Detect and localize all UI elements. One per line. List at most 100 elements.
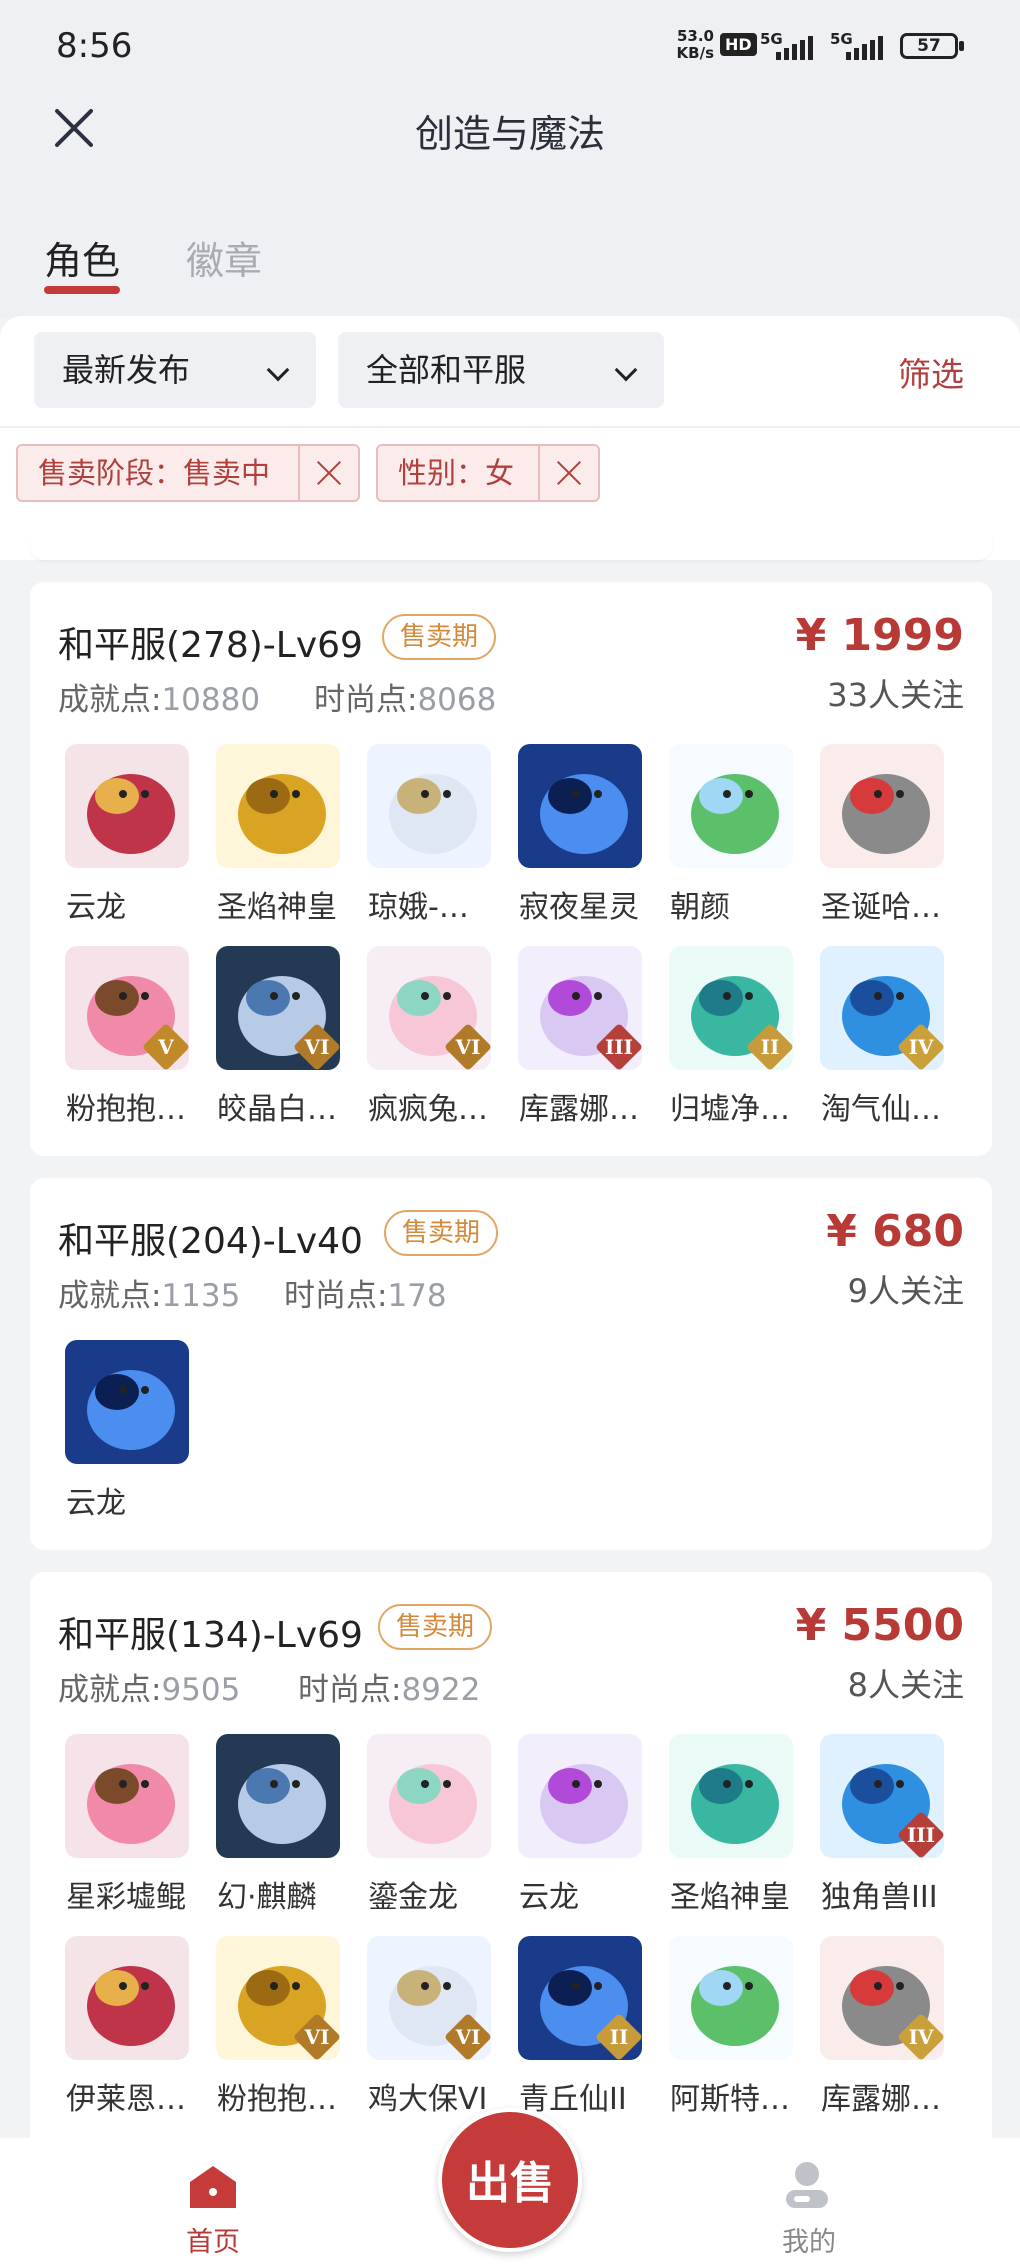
item-thumbnail: IV [820,946,944,1070]
listing-card[interactable]: 和平服(134)-Lv69 售卖期 ¥ 5500 8人关注 成就点:9505 时… [30,1572,992,2152]
item-name: 寂夜星灵 [519,890,639,925]
listing-title: 和平服(134)-Lv69 [58,1615,363,1656]
user-icon [786,2162,828,2208]
server-dropdown[interactable]: 全部和平服 [338,332,664,408]
achievement-points: 成就点:1135 [58,1278,241,1314]
item-thumbnail: VI [216,946,340,1070]
item-thumbnail [820,744,944,868]
status-time: 8:56 [56,26,133,66]
rank-badge: III [896,1810,944,1858]
achievement-points: 成就点:9505 [58,1672,241,1708]
item-name: 库露娜… [519,1092,639,1127]
item-name: 粉抱抱… [66,1092,186,1127]
sell-button[interactable]: 出售 [438,2108,582,2252]
fashion-points: 时尚点:8922 [298,1672,481,1708]
rank-badge: IV [896,1022,944,1070]
item-thumbnail [216,1734,340,1858]
item-thumbnail: III [820,1734,944,1858]
item-thumbnail [669,744,793,868]
item-name: 朝颜 [670,890,730,925]
status-badge: 售卖期 [384,1210,499,1256]
item-thumbnail [65,1936,189,2060]
signal-icon: 5G [760,30,816,60]
item-name: 云龙 [519,1880,579,1915]
item-name: 伊莱恩… [66,2082,186,2117]
item-name: 云龙 [66,1486,126,1521]
item-thumbnail: IV [820,1936,944,2060]
tab-me-label: 我的 [782,2227,836,2258]
item-thumbnail: VI [216,1936,340,2060]
fashion-points: 时尚点:8068 [314,682,497,718]
item-name: 皎晶白… [217,1092,337,1127]
item-thumbnail [367,744,491,868]
rank-badge: VI [443,1022,491,1070]
rank-badge: IV [896,2012,944,2060]
follow-count: 9人关注 [847,1272,964,1310]
price: ¥ 1999 [795,610,964,661]
item-name: 青丘仙II [519,2082,627,2117]
rank-badge: V [141,1022,189,1070]
follow-count: 33人关注 [827,676,964,714]
home-icon [190,2166,236,2208]
close-icon[interactable] [316,460,342,486]
listing-title: 和平服(278)-Lv69 [58,625,363,666]
item-thumbnail: VI [367,946,491,1070]
chevron-down-icon [614,358,638,382]
price: ¥ 680 [826,1206,964,1257]
sort-dropdown[interactable]: 最新发布 [34,332,316,408]
previous-card-edge [30,536,992,560]
top-area: 8:56 53.0 KB/s HD 5G 5G 57 创造与魔法 [0,0,1020,200]
rank-badge: III [594,1022,642,1070]
item-thumbnail [518,744,642,868]
status-bar: 8:56 53.0 KB/s HD 5G 5G 57 [0,0,1020,90]
item-thumbnail [65,1340,189,1464]
item-name: 粉抱抱… [217,2082,337,2117]
item-name: 圣焰神皇 [670,1880,790,1915]
hd-icon: HD [720,33,757,56]
page-title: 创造与魔法 [414,112,605,156]
item-thumbnail [65,744,189,868]
battery-icon: 57 [900,33,964,59]
listing-card[interactable]: 和平服(278)-Lv69 售卖期 ¥ 1999 33人关注 成就点:10880… [30,582,992,1156]
tab-badge[interactable]: 徽章 [186,230,262,285]
item-name: 星彩墟鲲 [66,1880,186,1915]
chevron-down-icon [266,358,290,382]
item-name: 疯疯兔… [368,1092,488,1127]
item-thumbnail: II [518,1936,642,2060]
close-icon[interactable] [556,460,582,486]
filter-chip-gender: 性别：女 [376,444,600,502]
tab-role[interactable]: 角色 [44,230,120,285]
item-name: 归墟净… [670,1092,790,1127]
network-speed: 53.0 KB/s [676,27,714,62]
rank-badge: II [745,1022,793,1070]
filter-chip-stage: 售卖阶段：售卖中 [16,444,360,502]
item-name: 库露娜… [821,2082,941,2117]
rank-badge: VI [292,1022,340,1070]
listing-card[interactable]: 和平服(204)-Lv40 售卖期 ¥ 680 9人关注 成就点:1135 时尚… [30,1178,992,1550]
item-thumbnail [65,1734,189,1858]
tab-underline [44,286,120,294]
price: ¥ 5500 [795,1600,964,1651]
item-thumbnail [367,1734,491,1858]
item-name: 淘气仙… [821,1092,941,1127]
divider [0,426,1020,428]
tab-home-label: 首页 [186,2227,240,2258]
item-thumbnail: II [669,946,793,1070]
rank-badge: VI [443,2012,491,2060]
listing-title: 和平服(204)-Lv40 [58,1221,363,1262]
item-name: 琼娥-… [368,890,469,925]
item-thumbnail [518,1734,642,1858]
item-thumbnail [669,1936,793,2060]
item-name: 独角兽III [821,1880,938,1915]
achievement-points: 成就点:10880 [58,682,261,718]
item-thumbnail [669,1734,793,1858]
filter-button[interactable]: 筛选 [898,348,964,396]
signal-icon-2: 5G [830,30,886,60]
follow-count: 8人关注 [847,1666,964,1704]
item-name: 圣焰神皇 [217,890,337,925]
category-tabs: 角色 徽章 [0,200,1020,318]
filter-panel: 最新发布 全部和平服 筛选 售卖阶段：售卖中 性别：女 [0,316,1020,560]
rank-badge: II [594,2012,642,2060]
item-name: 鎏金龙 [368,1880,458,1915]
item-name: 幻·麒麟 [217,1880,317,1915]
